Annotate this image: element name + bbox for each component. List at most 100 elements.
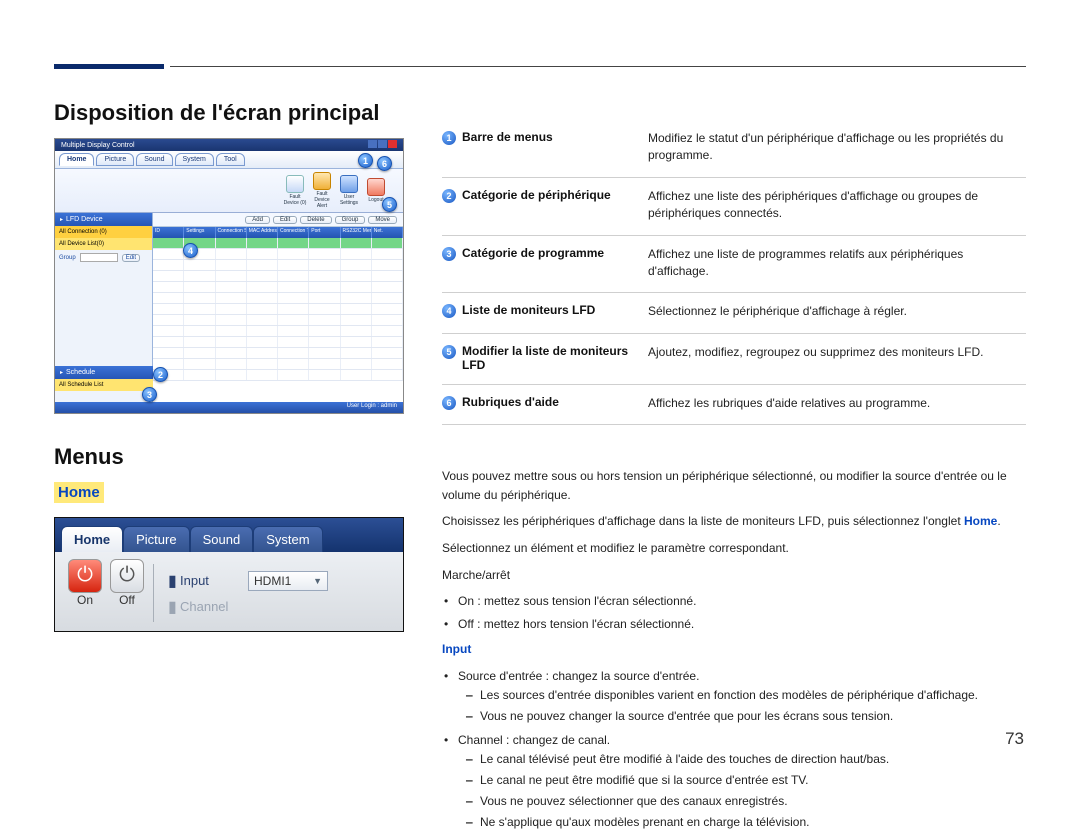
col-mac: MAC Address <box>247 227 278 238</box>
col-settings: Settings <box>184 227 215 238</box>
tool-fault-alert[interactable]: Fault Device Alert <box>309 172 335 209</box>
grid-row[interactable] <box>153 315 403 326</box>
lp-header-lfd[interactable]: LFD Device <box>55 213 152 226</box>
channel-label: Channel <box>180 599 248 614</box>
grid-row[interactable] <box>153 260 403 271</box>
left-column: Disposition de l'écran principal Multipl… <box>54 100 404 733</box>
channel-sublist: Le canal télévisé peut être modifié à l'… <box>458 750 1026 833</box>
col-conn-type: Connection Type <box>278 227 309 238</box>
grid-row[interactable] <box>153 326 403 337</box>
separator <box>153 564 154 622</box>
onoff-list: On : mettez sous tension l'écran sélecti… <box>442 592 1026 634</box>
btn-add[interactable]: Add <box>245 216 270 224</box>
legend-num-4: 4 <box>442 304 456 318</box>
callout-2-icon: 2 <box>153 367 168 382</box>
hs-tab-home[interactable]: Home <box>61 526 123 552</box>
menu-bar[interactable]: Home Picture Sound System Tool <box>55 151 403 169</box>
left-panel: LFD Device All Connection (0) All Device… <box>55 213 153 402</box>
para-marche: Marche/arrêt <box>442 566 1026 585</box>
grid-row[interactable] <box>153 370 403 381</box>
hs-tab-picture[interactable]: Picture <box>123 526 189 552</box>
grid-row[interactable] <box>153 271 403 282</box>
divider <box>442 177 1026 178</box>
menu-tab-tool[interactable]: Tool <box>216 153 245 166</box>
input-field: ▮ Input HDMI1 ▼ <box>168 571 403 591</box>
legend-num-1: 1 <box>442 131 456 145</box>
input-dropdown[interactable]: HDMI1 ▼ <box>248 571 328 591</box>
menu-tab-system[interactable]: System <box>175 153 214 166</box>
grid-row[interactable] <box>153 293 403 304</box>
grid-toolbar: Add Edit Delete Group Move <box>153 213 403 227</box>
ch-d2: Le canal ne peut être modifié que si la … <box>480 771 1026 790</box>
legend-row-4: 4 Liste de moniteurs LFD Sélectionnez le… <box>442 303 1026 320</box>
legend-desc-6: Affichez les rubriques d'aide relatives … <box>648 395 1026 412</box>
lp-header-schedule[interactable]: Schedule <box>55 366 153 379</box>
src-d1: Les sources d'entrée disponibles varient… <box>480 686 1026 705</box>
page-number: 73 <box>1005 729 1024 749</box>
lp-group-row: Group Edit <box>55 250 152 265</box>
lp-schedule-list[interactable]: All Schedule List <box>55 379 153 391</box>
src-sublist: Les sources d'entrée disponibles varient… <box>458 686 1026 726</box>
grid-row[interactable] <box>153 337 403 348</box>
hs-tabbar: Home Picture Sound System <box>55 518 403 552</box>
grid-header: ID Settings Connection Status MAC Addres… <box>153 227 403 238</box>
power-off-icon: ⏻ <box>110 559 144 593</box>
legend-num-2: 2 <box>442 189 456 203</box>
right-column: 1 Barre de menus Modifiez le statut d'un… <box>442 100 1026 733</box>
legend-label-4: Liste de moniteurs LFD <box>462 303 648 317</box>
ch-d3: Vous ne pouvez sélectionner que des cana… <box>480 792 1026 811</box>
divider <box>442 235 1026 236</box>
legend-num-5: 5 <box>442 345 456 359</box>
legend-desc-3: Affichez une liste de programmes relatif… <box>648 246 1026 281</box>
grid-row[interactable] <box>153 348 403 359</box>
input-heading: Input <box>442 640 1026 659</box>
input-list: Source d'entrée : changez la source d'en… <box>442 667 1026 833</box>
tool-fault-device[interactable]: Fault Device (0) <box>282 175 308 206</box>
para-intro: Vous pouvez mettre sous ou hors tension … <box>442 467 1026 504</box>
legend-label-5: Modifier la liste de moniteurs LFD <box>462 344 648 372</box>
legend-label-2: Catégorie de périphérique <box>462 188 648 202</box>
col-rs232: RS232C Menu <box>341 227 372 238</box>
btn-group[interactable]: Group <box>335 216 366 224</box>
legend-desc-4: Sélectionnez le périphérique d'affichage… <box>648 303 1026 320</box>
heading-disposition: Disposition de l'écran principal <box>54 100 404 126</box>
tool-user-settings[interactable]: User Settings <box>336 175 362 206</box>
menu-tab-sound[interactable]: Sound <box>136 153 172 166</box>
lp-edit-btn[interactable]: Edit <box>122 254 140 262</box>
menu-tab-home[interactable]: Home <box>59 153 94 166</box>
src-d2: Vous ne pouvez changer la source d'entré… <box>480 707 1026 726</box>
legend-desc-5: Ajoutez, modifiez, regroupez ou supprime… <box>648 344 1026 361</box>
btn-edit[interactable]: Edit <box>273 216 297 224</box>
power-on-icon: ⏻ <box>68 559 102 593</box>
window-buttons[interactable] <box>367 140 397 150</box>
menu-tab-picture[interactable]: Picture <box>96 153 134 166</box>
para-select: Sélectionnez un élément et modifiez le p… <box>442 539 1026 558</box>
col-net: Net. <box>372 227 403 238</box>
grid-row[interactable] <box>153 304 403 315</box>
btn-move[interactable]: Move <box>368 216 397 224</box>
ch-d4: Ne s'applique qu'aux modèles prenant en … <box>480 813 1026 832</box>
src-item: Source d'entrée : changez la source d'en… <box>458 667 1026 727</box>
grid-row[interactable] <box>153 282 403 293</box>
ch-d1: Le canal télévisé peut être modifié à l'… <box>480 750 1026 769</box>
power-on[interactable]: ⏻ On <box>65 557 105 629</box>
callout-6-icon: 6 <box>377 156 392 171</box>
hs-tab-sound[interactable]: Sound <box>190 526 254 552</box>
lp-all-device-list[interactable]: All Device List(0) <box>55 238 152 250</box>
lp-group-label: Group <box>59 255 76 261</box>
power-off[interactable]: ⏻ Off <box>107 557 147 629</box>
hs-tab-system[interactable]: System <box>253 526 322 552</box>
legend-label-6: Rubriques d'aide <box>462 395 648 409</box>
chevron-down-icon: ▼ <box>313 576 322 586</box>
main-grid-area: Add Edit Delete Group Move ID Settings C… <box>153 213 403 402</box>
status-bar: User Login : admin <box>55 402 403 413</box>
bullet-icon: ▮ <box>168 571 176 591</box>
btn-delete[interactable]: Delete <box>300 216 331 224</box>
lp-all-connection[interactable]: All Connection (0) <box>55 226 152 238</box>
home-keyword: Home <box>964 514 997 528</box>
app-titlebar: Multiple Display Control <box>55 139 403 151</box>
lp-group-input[interactable] <box>80 253 118 262</box>
lp-lower: Schedule All Schedule List <box>55 366 153 391</box>
grid-row[interactable] <box>153 359 403 370</box>
legend-desc-1: Modifiez le statut d'un périphérique d'a… <box>648 130 1026 165</box>
